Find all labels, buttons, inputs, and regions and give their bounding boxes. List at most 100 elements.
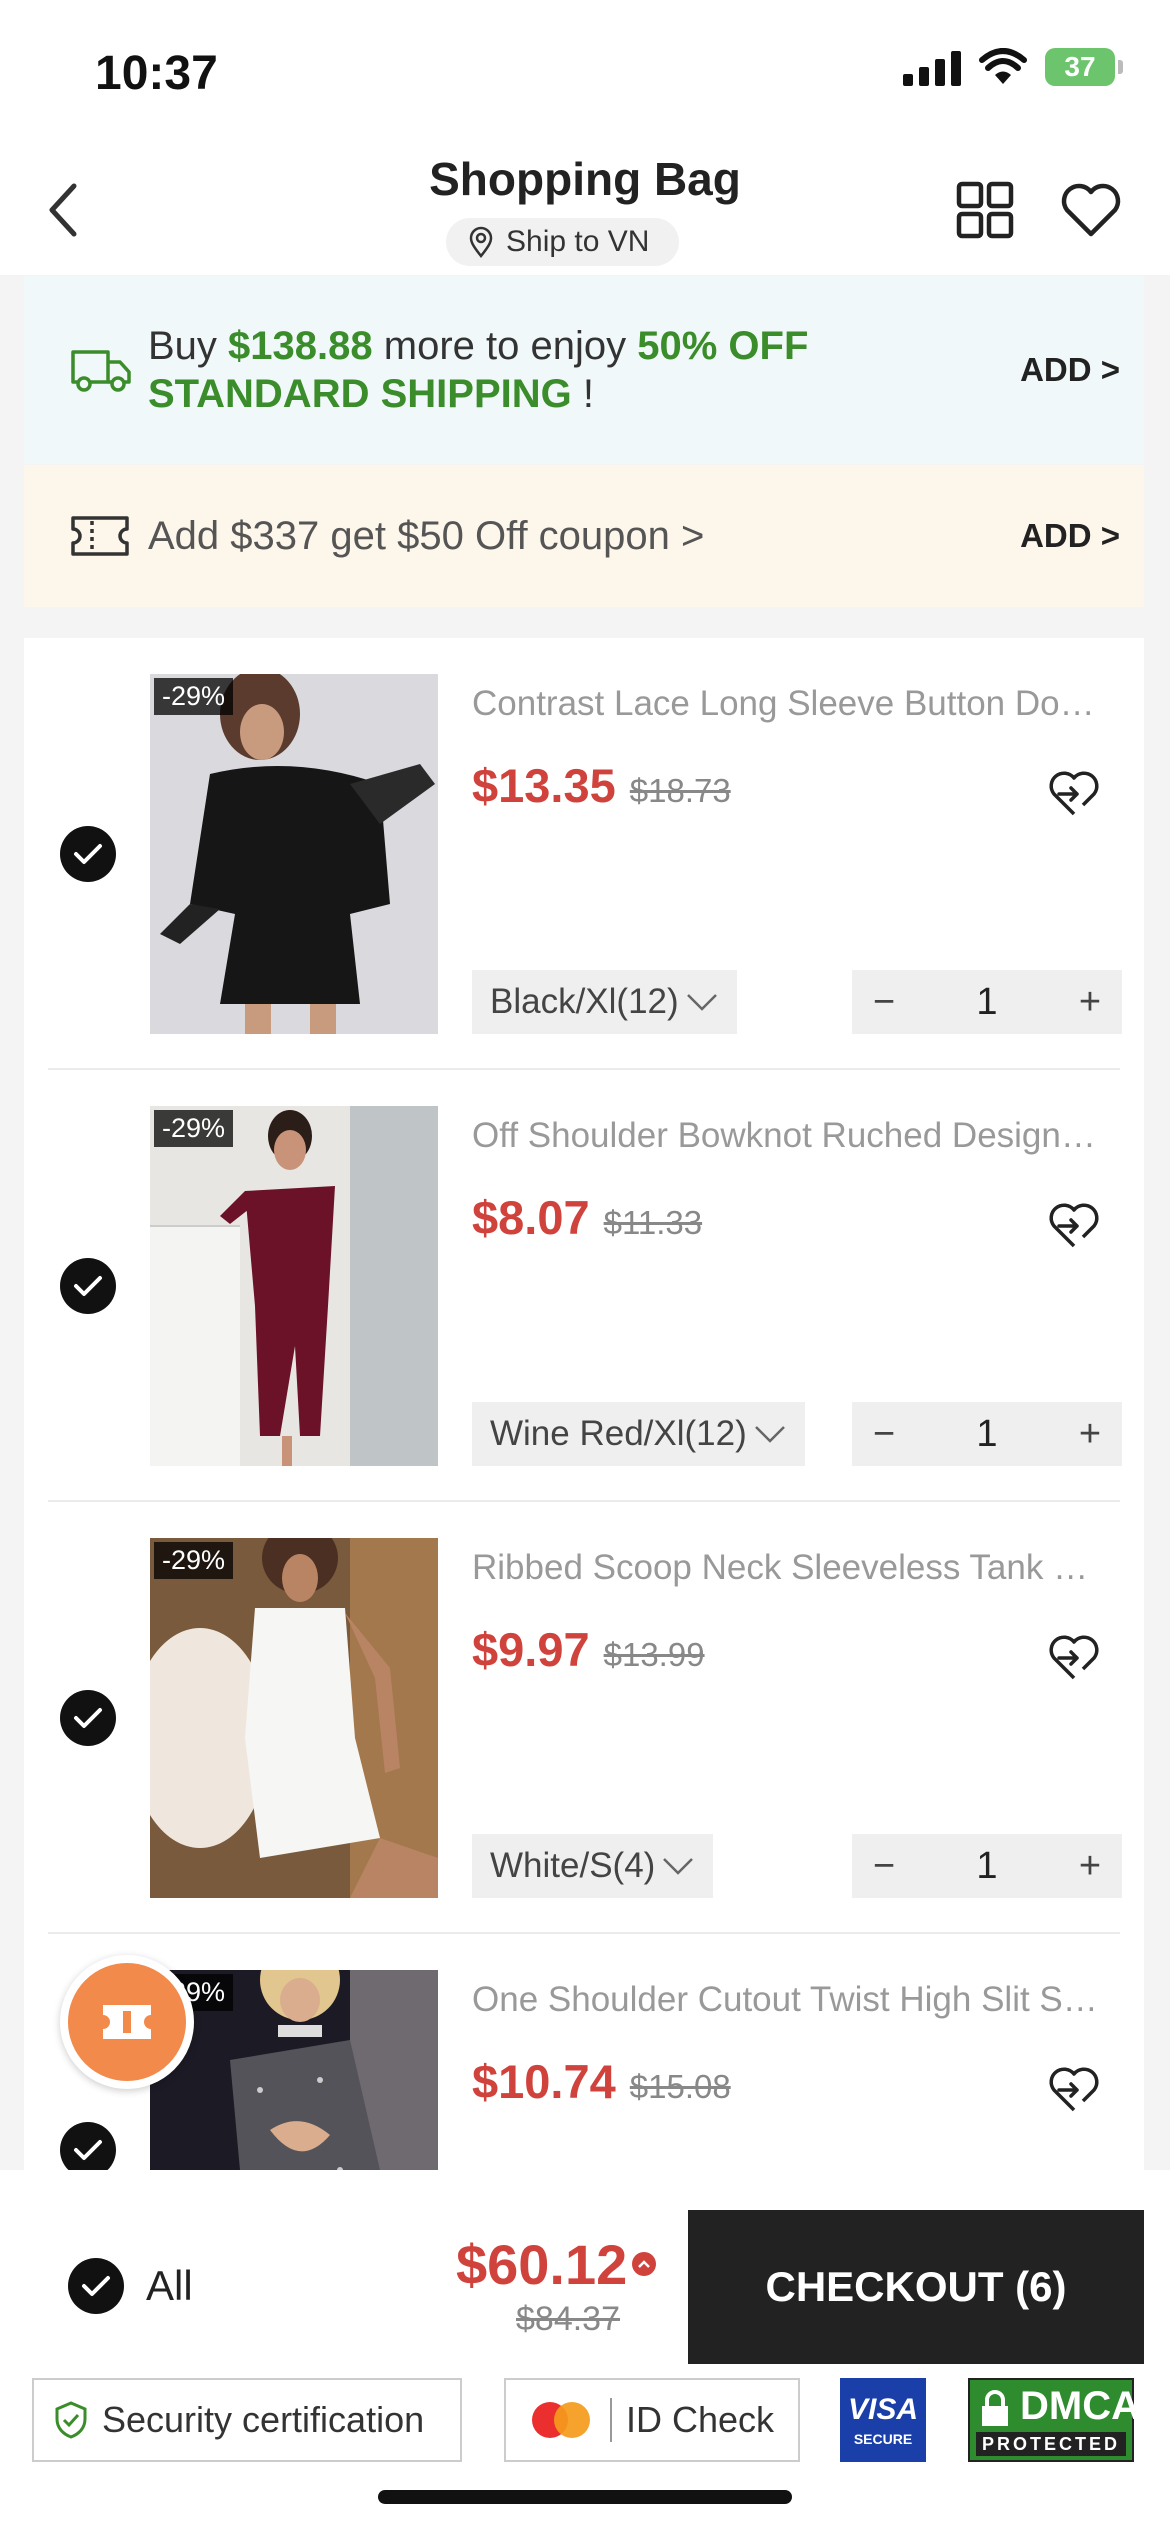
price-details-toggle[interactable] <box>632 2252 656 2276</box>
security-label: Security certification <box>102 2399 425 2440</box>
shipping-add-link[interactable]: ADD > <box>1020 351 1120 389</box>
variant-selector[interactable]: White/S(4) <box>472 1834 714 1898</box>
decrease-quantity-button[interactable]: − <box>852 981 916 1024</box>
quantity-value: 1 <box>976 1412 998 1455</box>
cart-item: -29% Off Shoulder Bowknot Ruched Design…… <box>24 1070 1144 1502</box>
variant-selector[interactable]: Wine Red/Xl(12) <box>472 1402 805 1466</box>
id-check-label: ID Check <box>626 2399 775 2440</box>
item-checkbox[interactable] <box>60 1258 116 1314</box>
item-checkbox[interactable] <box>60 1690 116 1746</box>
checkmark-icon <box>82 2276 110 2296</box>
checkmark-icon <box>74 844 102 864</box>
dress-photo-white <box>150 1538 438 1898</box>
original-price: $11.33 <box>603 1204 703 1241</box>
heart-arrow-icon <box>1049 1203 1099 1248</box>
coupon-ticket-icon <box>71 516 129 556</box>
checkout-button[interactable]: CHECKOUT (6) <box>688 2210 1144 2364</box>
cart-list: -29% Contrast Lace Long Sleeve Button Do… <box>24 638 1144 2170</box>
product-image[interactable]: -29% <box>150 1106 438 1466</box>
variant-selector[interactable]: Black/Xl(12) <box>472 970 737 1034</box>
id-check-badge: ID Check <box>504 2378 800 2462</box>
checkmark-icon <box>74 2140 102 2160</box>
item-checkbox[interactable] <box>60 2122 116 2170</box>
coupon-add-link[interactable]: ADD > <box>1020 517 1120 555</box>
discount-badge: -29% <box>154 678 234 715</box>
select-all-label[interactable]: All <box>146 2262 193 2310</box>
app-header: Shopping Bag Ship to VN <box>0 140 1170 275</box>
product-image[interactable]: -29% <box>150 1538 438 1898</box>
original-price: $18.73 <box>629 772 731 809</box>
total-price: $60.12 <box>456 2233 628 2296</box>
variant-label: Wine Red/Xl(12) <box>490 1414 747 1453</box>
shipping-middle: more to enjoy <box>372 324 638 368</box>
cart-item: -29% Ribbed Scoop Neck Sleeveless Tank D… <box>24 1502 1144 1934</box>
product-title[interactable]: Contrast Lace Long Sleeve Button Dow… <box>472 684 1112 724</box>
location-pin-icon <box>469 226 493 258</box>
product-title[interactable]: Off Shoulder Bowknot Ruched Design… <box>472 1116 1112 1156</box>
increase-quantity-button[interactable]: + <box>1058 1845 1122 1888</box>
checkmark-icon <box>74 1708 102 1728</box>
decrease-quantity-button[interactable]: − <box>852 1845 916 1888</box>
status-indicators: 37 <box>903 48 1123 86</box>
product-image[interactable]: -29% <box>150 674 438 1034</box>
price-group: $13.35 $18.73 <box>472 758 731 813</box>
shipping-amount: $138.88 <box>228 324 373 368</box>
grid-view-button[interactable] <box>950 175 1020 245</box>
coupon-icon <box>103 2005 151 2039</box>
move-to-wishlist-button[interactable] <box>1044 766 1104 822</box>
dmca-protected-label: PROTECTED <box>976 2432 1126 2456</box>
battery-icon: 37 <box>1045 48 1123 86</box>
item-checkbox[interactable] <box>60 826 116 882</box>
sale-price: $13.35 <box>472 759 616 812</box>
status-time: 10:37 <box>95 47 218 100</box>
discount-badge: -29% <box>154 1110 234 1147</box>
dmca-badge: DMCA PROTECTED <box>968 2378 1140 2462</box>
chevron-up-icon <box>638 2260 650 2268</box>
select-all-checkbox[interactable] <box>68 2258 124 2314</box>
total-original-price: $84.37 <box>516 2300 620 2338</box>
checkout-bar: All $60.12 $84.37 CHECKOUT (6) Security … <box>0 2170 1170 2532</box>
move-to-wishlist-button[interactable] <box>1044 2062 1104 2118</box>
chevron-down-icon <box>754 1426 785 1443</box>
wifi-icon <box>979 48 1027 84</box>
cart-item: -29% Contrast Lace Long Sleeve Button Do… <box>24 638 1144 1070</box>
product-image[interactable]: -29% <box>150 1970 438 2170</box>
visa-secure-label: SECURE <box>853 2431 913 2447</box>
ship-to-selector[interactable]: Ship to VN <box>446 218 680 266</box>
shipping-suffix: ! <box>571 372 594 416</box>
sale-price: $8.07 <box>472 1191 590 1244</box>
dress-photo-black <box>150 674 438 1034</box>
product-title[interactable]: One Shoulder Cutout Twist High Slit Se… <box>472 1980 1112 2020</box>
price-group: $8.07 $11.33 <box>472 1190 702 1245</box>
increase-quantity-button[interactable]: + <box>1058 981 1122 1024</box>
variant-label: White/S(4) <box>490 1846 656 1885</box>
free-shipping-banner[interactable]: Buy $138.88 more to enjoy 50% OFF STANDA… <box>24 276 1144 464</box>
heart-arrow-icon <box>1049 1635 1099 1680</box>
coupon-banner[interactable]: Add $337 get $50 Off coupon > ADD > <box>24 465 1144 607</box>
heart-arrow-icon <box>1049 2067 1099 2112</box>
floating-coupon-button[interactable] <box>60 1955 194 2089</box>
ship-to-label: Ship to VN <box>506 225 650 258</box>
visa-secure-badge: VISA SECURE <box>840 2378 926 2462</box>
move-to-wishlist-button[interactable] <box>1044 1630 1104 1686</box>
battery-level: 37 <box>1064 51 1096 82</box>
security-certification-badge[interactable]: Security certification <box>32 2378 462 2462</box>
discount-badge: -29% <box>154 1542 234 1579</box>
increase-quantity-button[interactable]: + <box>1058 1413 1122 1456</box>
visa-logo: VISA <box>847 2393 919 2426</box>
decrease-quantity-button[interactable]: − <box>852 1413 916 1456</box>
cart-item: -29% One Shoulder Cutout Twist High Slit… <box>24 1934 1144 2170</box>
quantity-value: 1 <box>976 1844 998 1887</box>
original-price: $13.99 <box>603 1636 705 1673</box>
status-bar: 10:37 37 <box>0 0 1170 140</box>
chevron-down-icon <box>663 1858 694 1875</box>
grid-icon <box>956 181 1014 239</box>
price-group: $10.74 $15.08 <box>472 2054 731 2109</box>
product-title[interactable]: Ribbed Scoop Neck Sleeveless Tank Dr… <box>472 1548 1112 1588</box>
cellular-signal-icon <box>903 48 961 86</box>
wishlist-button[interactable] <box>1056 175 1126 245</box>
move-to-wishlist-button[interactable] <box>1044 1198 1104 1254</box>
sale-price: $9.97 <box>472 1623 590 1676</box>
sale-price: $10.74 <box>472 2055 616 2108</box>
original-price: $15.08 <box>629 2068 731 2105</box>
